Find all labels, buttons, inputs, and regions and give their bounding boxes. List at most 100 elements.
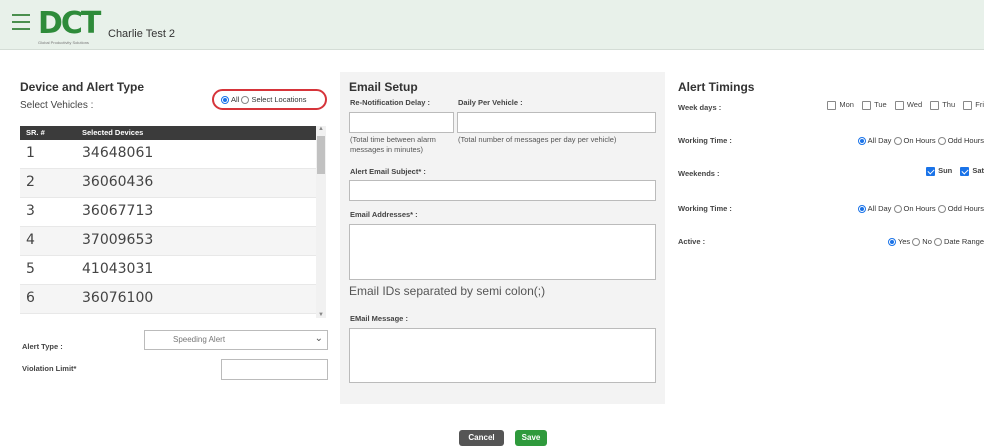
cancel-button[interactable]: Cancel [459,430,504,446]
radio-date-range[interactable]: Date Range [933,237,984,247]
weekends-label: Weekends : [678,169,720,178]
radio-icon [893,137,902,146]
renotify-label: Re-Notification Delay : [350,98,431,107]
email-addresses-label: Email Addresses* : [350,210,418,219]
table-row[interactable]: 4 37009653 [20,227,326,256]
radio-all-day[interactable]: All Day [857,136,891,146]
checkbox-icon [963,100,973,110]
checkbox-icon [930,100,940,110]
renotify-hint: (Total time between alarm messages in mi… [350,135,436,154]
radio-icon [857,137,866,146]
scroll-up-icon[interactable]: ▲ [318,126,324,132]
row-sr: 5 [26,261,35,277]
table-row[interactable]: 2 36060436 [20,169,326,198]
radio-all-day[interactable]: All Day [857,204,891,214]
email-addresses-textarea[interactable] [349,224,656,280]
checkbox-checked-icon [926,166,936,176]
select-vehicles-label: Select Vehicles : [20,100,94,111]
row-device: 36067713 [82,203,154,219]
radio-icon [937,205,946,214]
email-message-textarea[interactable] [349,328,656,383]
daily-hint: (Total number of messages per day per ve… [458,135,617,144]
alert-type-select[interactable]: Speeding Alert ⌄ [144,330,328,350]
weekdays-row: Week days : Mon Tue Wed Thu Fri [678,100,984,116]
violation-limit-label: Violation Limit* [22,364,77,373]
table-row[interactable]: 1 34648061 [20,140,326,169]
hamburger-menu-icon[interactable] [12,14,30,30]
logo-tagline: Global Productivity Solutions [38,40,89,45]
row-device: 37009653 [82,232,154,248]
row-device: 34648061 [82,145,154,161]
company-logo: DCT Global Productivity Solutions [38,8,101,46]
top-bar: DCT Global Productivity Solutions Charli… [0,0,984,50]
checkbox-icon [827,100,837,110]
radio-on-hours[interactable]: On Hours [893,204,936,214]
radio-locations-icon [241,96,250,105]
radio-no[interactable]: No [912,237,932,247]
row-device: 36076100 [82,290,154,306]
active-radios: Yes No Date Range [887,237,984,247]
active-label: Active : [678,237,706,246]
violation-limit-input[interactable] [221,359,328,380]
checkbox-icon [862,100,872,110]
column-header-devices: Selected Devices [82,128,144,137]
radio-icon [933,238,942,247]
weekday-checkboxes: Mon Tue Wed Thu Fri [821,100,984,110]
alert-timings-panel: Alert Timings Week days : Mon Tue Wed Th… [678,80,984,247]
checkbox-thu[interactable]: Thu [930,100,955,110]
alert-type-label: Alert Type : [22,342,63,351]
checkbox-wed[interactable]: Wed [894,100,922,110]
email-subject-input[interactable] [349,180,656,201]
table-header: SR. # Selected Devices [20,126,326,140]
row-device: 41043031 [82,261,154,277]
devices-table: SR. # Selected Devices 1 34648061 2 3606043… [20,126,326,316]
row-sr: 1 [26,145,35,161]
email-message-label: EMail Message : [350,314,408,323]
user-name: Charlie Test 2 [108,28,176,40]
daily-per-vehicle-input[interactable] [457,112,656,133]
radio-on-hours[interactable]: On Hours [893,136,936,146]
weekend-working-time-row: Working Time : All Day On Hours Odd Hour… [678,204,984,216]
row-device: 36060436 [82,174,154,190]
row-sr: 3 [26,203,35,219]
table-row[interactable]: 6 36076100 [20,285,326,314]
row-sr: 6 [26,290,35,306]
vehicle-selection-radio-group: All Select Locations [212,89,327,110]
weekday-working-time-radios: All Day On Hours Odd Hours [857,136,984,146]
weekdays-label: Week days : [678,103,722,112]
checkbox-mon[interactable]: Mon [827,100,854,110]
checkbox-sat[interactable]: Sat [960,166,984,176]
save-button[interactable]: Save [515,430,547,446]
radio-select-locations[interactable]: Select Locations [241,95,306,105]
radio-icon [887,238,896,247]
radio-odd-hours[interactable]: Odd Hours [937,204,984,214]
radio-icon [893,205,902,214]
checkbox-tue[interactable]: Tue [862,100,887,110]
working-time-label: Working Time : [678,136,732,145]
daily-per-vehicle-label: Daily Per Vehicle : [458,98,523,107]
radio-all[interactable]: All [221,95,239,105]
radio-icon [937,137,946,146]
radio-yes[interactable]: Yes [887,237,910,247]
radio-icon [857,205,866,214]
renotify-input[interactable] [349,112,454,133]
table-scrollbar[interactable]: ▲ ▼ [316,126,326,318]
row-sr: 2 [26,174,35,190]
table-row[interactable]: 3 36067713 [20,198,326,227]
radio-odd-hours[interactable]: Odd Hours [937,136,984,146]
table-row[interactable]: 5 41043031 [20,256,326,285]
active-row: Active : Yes No Date Range [678,237,984,249]
chevron-down-icon: ⌄ [314,333,323,344]
weekend-working-time-label: Working Time : [678,204,732,213]
email-section-title: Email Setup [349,80,418,94]
email-subject-label: Alert Email Subject* : [350,167,426,176]
email-addresses-hint: Email IDs separated by semi colon(;) [349,284,546,298]
checkbox-sun[interactable]: Sun [926,166,952,176]
radio-all-icon [221,96,229,105]
timings-section-title: Alert Timings [678,80,755,94]
checkbox-fri[interactable]: Fri [963,100,984,110]
scroll-down-icon[interactable]: ▼ [318,312,324,318]
scrollbar-thumb[interactable] [317,136,325,174]
email-setup-panel: Email Setup Re-Notification Delay : Dail… [340,72,665,404]
device-alert-panel: Device and Alert Type Select Vehicles : … [20,80,330,380]
